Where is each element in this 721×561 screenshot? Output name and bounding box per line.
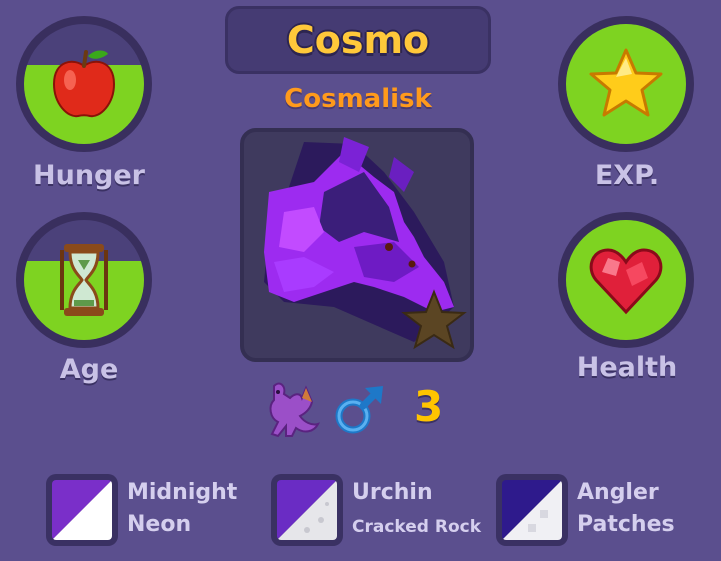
trait-swatch xyxy=(271,474,343,546)
health-label: Health xyxy=(576,352,678,383)
pet-name: Cosmo xyxy=(286,18,430,62)
trait-swatch xyxy=(496,474,568,546)
cosmalisk-image xyxy=(264,137,467,350)
exp-meter[interactable] xyxy=(558,16,694,152)
exp-label: EXP. xyxy=(594,160,660,191)
age-number: 3 xyxy=(414,382,444,431)
trait-item-1[interactable]: Midnight Neon xyxy=(46,474,256,548)
heart-icon xyxy=(566,220,686,340)
trait-swatch xyxy=(46,474,118,546)
trait-item-2[interactable]: Urchin Cracked Rock xyxy=(271,474,481,548)
age-meter[interactable] xyxy=(16,212,152,348)
trait-item-3[interactable]: Angler Patches xyxy=(496,474,706,548)
pet-name-plate: Cosmo xyxy=(225,6,491,74)
hunger-label: Hunger xyxy=(33,160,145,191)
dragon-icon xyxy=(260,376,322,440)
trait-name: Midnight xyxy=(127,480,238,505)
trait-subname: Cracked Rock xyxy=(352,517,482,537)
health-meter[interactable] xyxy=(558,212,694,348)
star-icon xyxy=(566,24,686,144)
hunger-meter[interactable] xyxy=(16,16,152,152)
pet-portrait xyxy=(240,128,474,362)
male-icon xyxy=(333,384,385,436)
trait-subname: Patches xyxy=(577,512,675,537)
apple-icon xyxy=(24,24,144,144)
hourglass-icon xyxy=(24,220,144,340)
trait-name: Angler xyxy=(577,480,659,505)
trait-subname: Neon xyxy=(127,512,192,537)
age-label: Age xyxy=(59,354,119,385)
trait-name: Urchin xyxy=(352,480,433,505)
pet-species: Cosmalisk xyxy=(284,84,432,114)
